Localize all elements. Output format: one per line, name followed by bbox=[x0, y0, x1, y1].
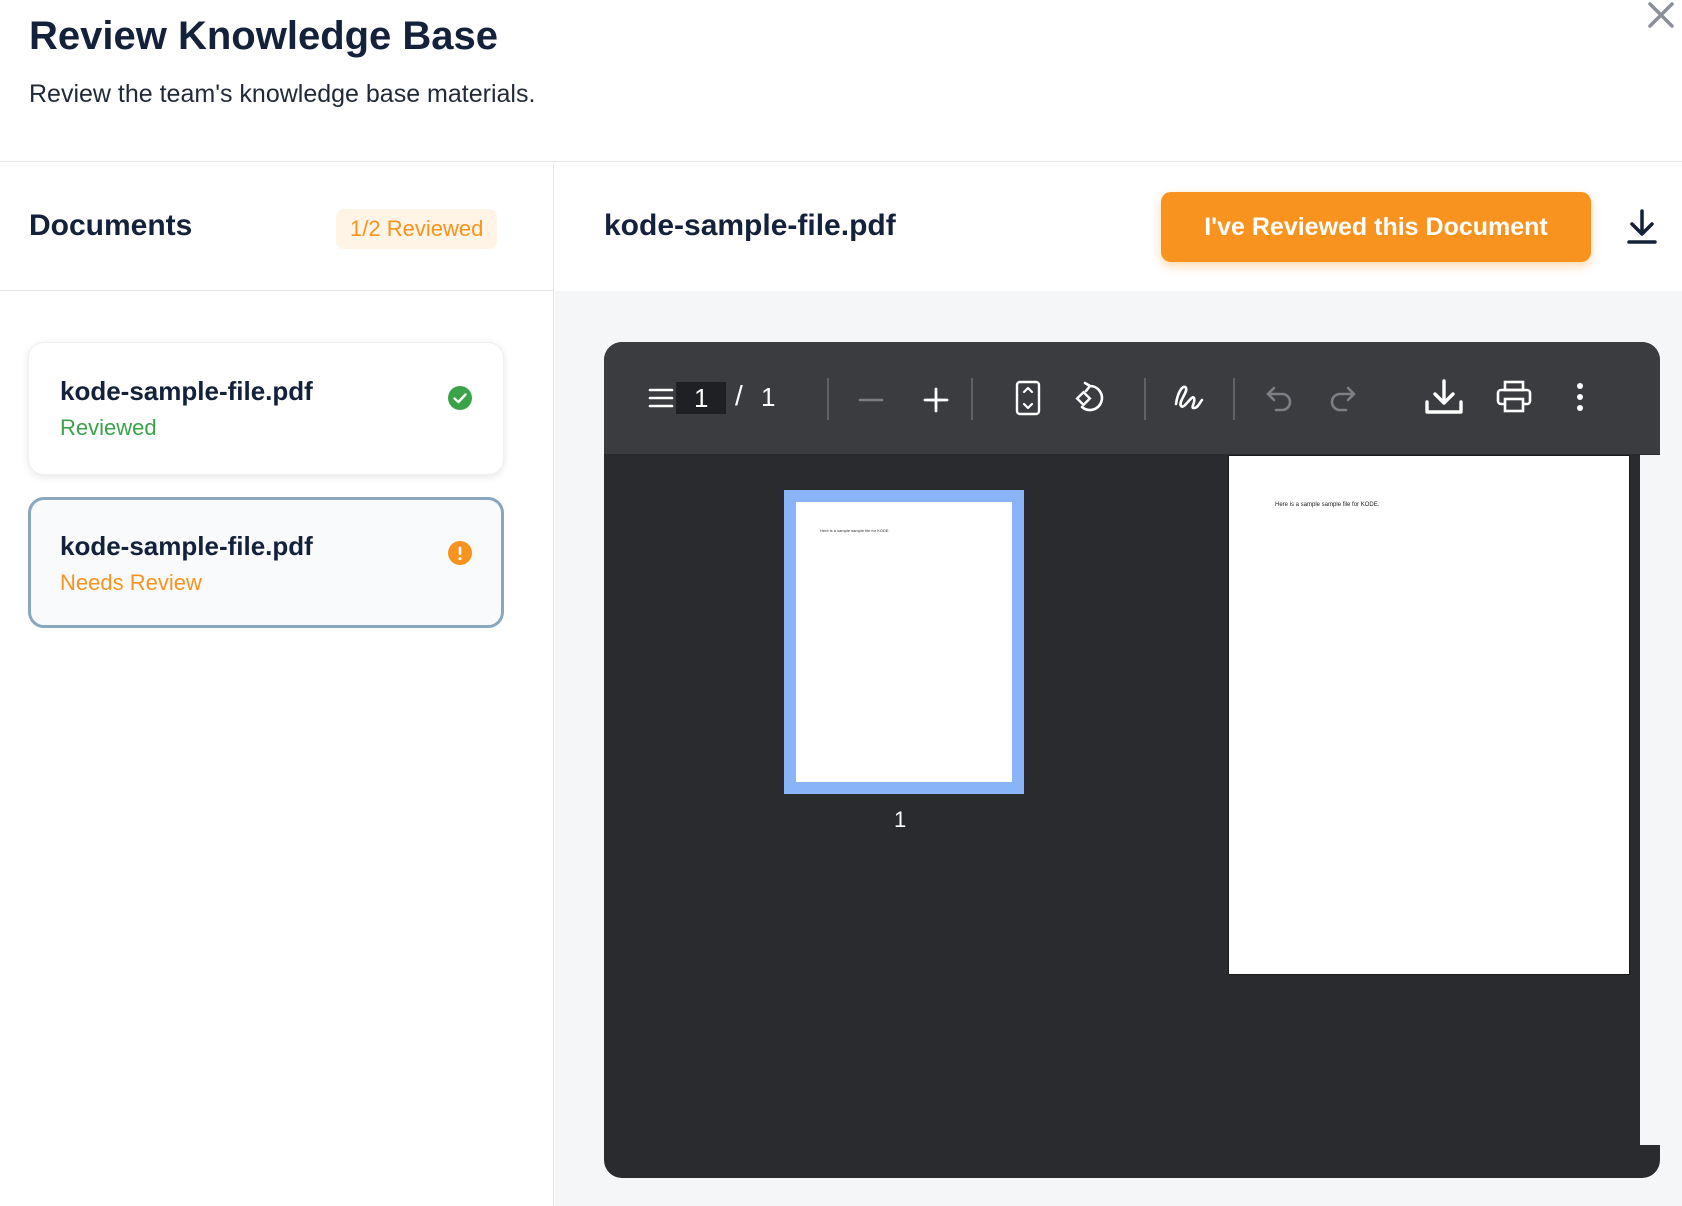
alert-circle-icon bbox=[448, 541, 472, 565]
fit-page-icon[interactable] bbox=[1015, 380, 1041, 416]
close-icon bbox=[1648, 2, 1674, 28]
close-button[interactable] bbox=[1644, 0, 1676, 32]
document-name: kode-sample-file.pdf bbox=[60, 376, 313, 406]
check-circle-icon bbox=[448, 386, 472, 410]
redo-icon[interactable] bbox=[1328, 384, 1358, 412]
document-card-reviewed[interactable]: kode-sample-file.pdf Reviewed bbox=[28, 342, 504, 475]
modal-header: Review Knowledge Base Review the team's … bbox=[0, 0, 1682, 162]
more-options-icon[interactable] bbox=[1575, 382, 1585, 412]
page-separator: / bbox=[735, 380, 743, 411]
mark-reviewed-button[interactable]: I've Reviewed this Document bbox=[1161, 192, 1591, 262]
review-progress-badge: 1/2 Reviewed bbox=[336, 209, 498, 249]
page-number-input[interactable]: 1 bbox=[676, 382, 726, 414]
toolbar-divider bbox=[1233, 378, 1235, 420]
thumbnail-page-number: 1 bbox=[894, 807, 907, 832]
pdf-viewer: 1 / 1 Here is a sample sample file for K… bbox=[604, 342, 1660, 1178]
menu-icon[interactable] bbox=[648, 384, 674, 412]
page-subtitle: Review the team's knowledge base materia… bbox=[29, 80, 536, 108]
thumbnail-page: Here is a sample sample file for KODE. bbox=[796, 502, 1012, 782]
pdf-toolbar: 1 / 1 bbox=[604, 342, 1660, 454]
print-icon[interactable] bbox=[1496, 380, 1532, 414]
viewer-scroll-edge bbox=[1640, 455, 1660, 1145]
zoom-in-icon[interactable] bbox=[922, 386, 950, 414]
document-status: Needs Review bbox=[60, 570, 202, 595]
zoom-out-icon[interactable] bbox=[857, 386, 885, 414]
documents-sidebar: Documents 1/2 Reviewed kode-sample-file.… bbox=[0, 163, 554, 1206]
document-status: Reviewed bbox=[60, 415, 157, 440]
page-total: 1 bbox=[761, 382, 776, 412]
pdf-page: Here is a sample sample file for KODE. bbox=[1228, 455, 1630, 975]
document-card-needs-review[interactable]: kode-sample-file.pdf Needs Review bbox=[28, 497, 504, 628]
sidebar-title: Documents bbox=[29, 209, 193, 242]
page-title: Review Knowledge Base bbox=[29, 14, 499, 58]
download-icon bbox=[1627, 209, 1657, 244]
annotate-pen-icon[interactable] bbox=[1172, 380, 1206, 414]
thumbnail-text: Here is a sample sample file for KODE. bbox=[820, 528, 890, 533]
document-name: kode-sample-file.pdf bbox=[60, 531, 313, 561]
toolbar-divider bbox=[827, 378, 829, 420]
document-main-panel: kode-sample-file.pdf I've Reviewed this … bbox=[555, 163, 1682, 1206]
document-header: kode-sample-file.pdf I've Reviewed this … bbox=[555, 163, 1682, 291]
document-title: kode-sample-file.pdf bbox=[604, 209, 896, 242]
rotate-icon[interactable] bbox=[1074, 380, 1110, 416]
toolbar-divider bbox=[971, 378, 973, 420]
page-thumbnail[interactable]: Here is a sample sample file for KODE. bbox=[784, 490, 1024, 794]
toolbar-divider bbox=[1144, 378, 1146, 420]
pdf-download-icon[interactable] bbox=[1423, 378, 1465, 418]
sidebar-header: Documents 1/2 Reviewed bbox=[0, 163, 553, 291]
undo-icon[interactable] bbox=[1264, 384, 1294, 412]
download-button[interactable] bbox=[1624, 207, 1660, 247]
pdf-page-text: Here is a sample sample file for KODE. bbox=[1275, 502, 1380, 508]
